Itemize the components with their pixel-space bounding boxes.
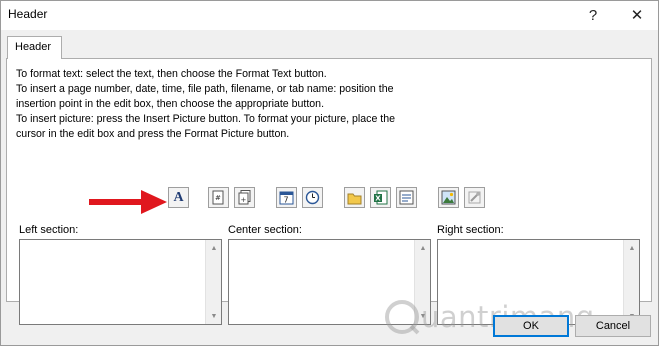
scroll-up-icon[interactable]: ▲ bbox=[206, 240, 222, 256]
scroll-up-icon[interactable]: ▲ bbox=[624, 240, 640, 256]
folder-icon bbox=[347, 193, 361, 204]
tab-panel: To format text: select the text, then ch… bbox=[6, 58, 652, 325]
window-title: Header bbox=[8, 7, 48, 21]
instruction-line: insertion point in the edit box, then ch… bbox=[16, 98, 325, 110]
left-section-textbox[interactable]: ▲ ▼ bbox=[19, 239, 222, 325]
excel-file-icon: X bbox=[374, 190, 388, 205]
svg-text:X: X bbox=[375, 195, 381, 203]
number-of-pages-icon: + bbox=[238, 190, 250, 205]
right-section-scrollbar[interactable]: ▲ ▼ bbox=[623, 240, 639, 324]
calendar-icon: 7 bbox=[279, 191, 294, 205]
insert-date-button[interactable]: 7 bbox=[276, 187, 297, 208]
cancel-button[interactable]: Cancel bbox=[575, 315, 651, 337]
title-bar: Header ? ✕ bbox=[0, 0, 659, 30]
insert-page-number-button[interactable]: # bbox=[208, 187, 229, 208]
scroll-up-icon[interactable]: ▲ bbox=[415, 240, 431, 256]
instruction-line: To format text: select the text, then ch… bbox=[16, 68, 327, 80]
format-text-button[interactable]: A bbox=[168, 187, 189, 208]
insert-picture-button[interactable] bbox=[438, 187, 459, 208]
right-section-label: Right section: bbox=[437, 224, 504, 236]
insert-filename-button[interactable]: X bbox=[370, 187, 391, 208]
instruction-line: To insert picture: press the Insert Pict… bbox=[16, 113, 396, 125]
sheet-tab-icon bbox=[399, 190, 414, 205]
close-button[interactable]: ✕ bbox=[623, 3, 651, 27]
svg-text:#: # bbox=[215, 194, 221, 202]
left-section-label: Left section: bbox=[19, 224, 79, 236]
format-picture-icon bbox=[468, 191, 481, 204]
format-picture-button[interactable] bbox=[464, 187, 485, 208]
svg-text:+: + bbox=[240, 196, 246, 204]
svg-text:7: 7 bbox=[284, 196, 289, 205]
ok-button[interactable]: OK bbox=[493, 315, 569, 337]
scroll-down-icon[interactable]: ▼ bbox=[206, 308, 222, 324]
picture-icon bbox=[441, 190, 456, 205]
format-text-icon: A bbox=[173, 189, 184, 205]
insert-number-of-pages-button[interactable]: + bbox=[234, 187, 255, 208]
help-button[interactable]: ? bbox=[579, 3, 607, 27]
insert-sheet-name-button[interactable] bbox=[396, 187, 417, 208]
instruction-line: To insert a page number, date, time, fil… bbox=[16, 83, 394, 95]
insert-file-path-button[interactable] bbox=[344, 187, 365, 208]
tab-header[interactable]: Header bbox=[7, 36, 62, 59]
clock-icon bbox=[305, 190, 320, 205]
page-number-icon: # bbox=[212, 190, 224, 205]
left-section-scrollbar[interactable]: ▲ ▼ bbox=[205, 240, 221, 324]
red-arrow-annotation bbox=[89, 190, 167, 214]
insert-time-button[interactable] bbox=[302, 187, 323, 208]
dialog-client: Header To format text: select the text, … bbox=[0, 30, 659, 346]
instruction-line: cursor in the edit box and press the For… bbox=[16, 128, 290, 140]
center-section-label: Center section: bbox=[228, 224, 302, 236]
watermark-logo-icon bbox=[385, 300, 420, 335]
